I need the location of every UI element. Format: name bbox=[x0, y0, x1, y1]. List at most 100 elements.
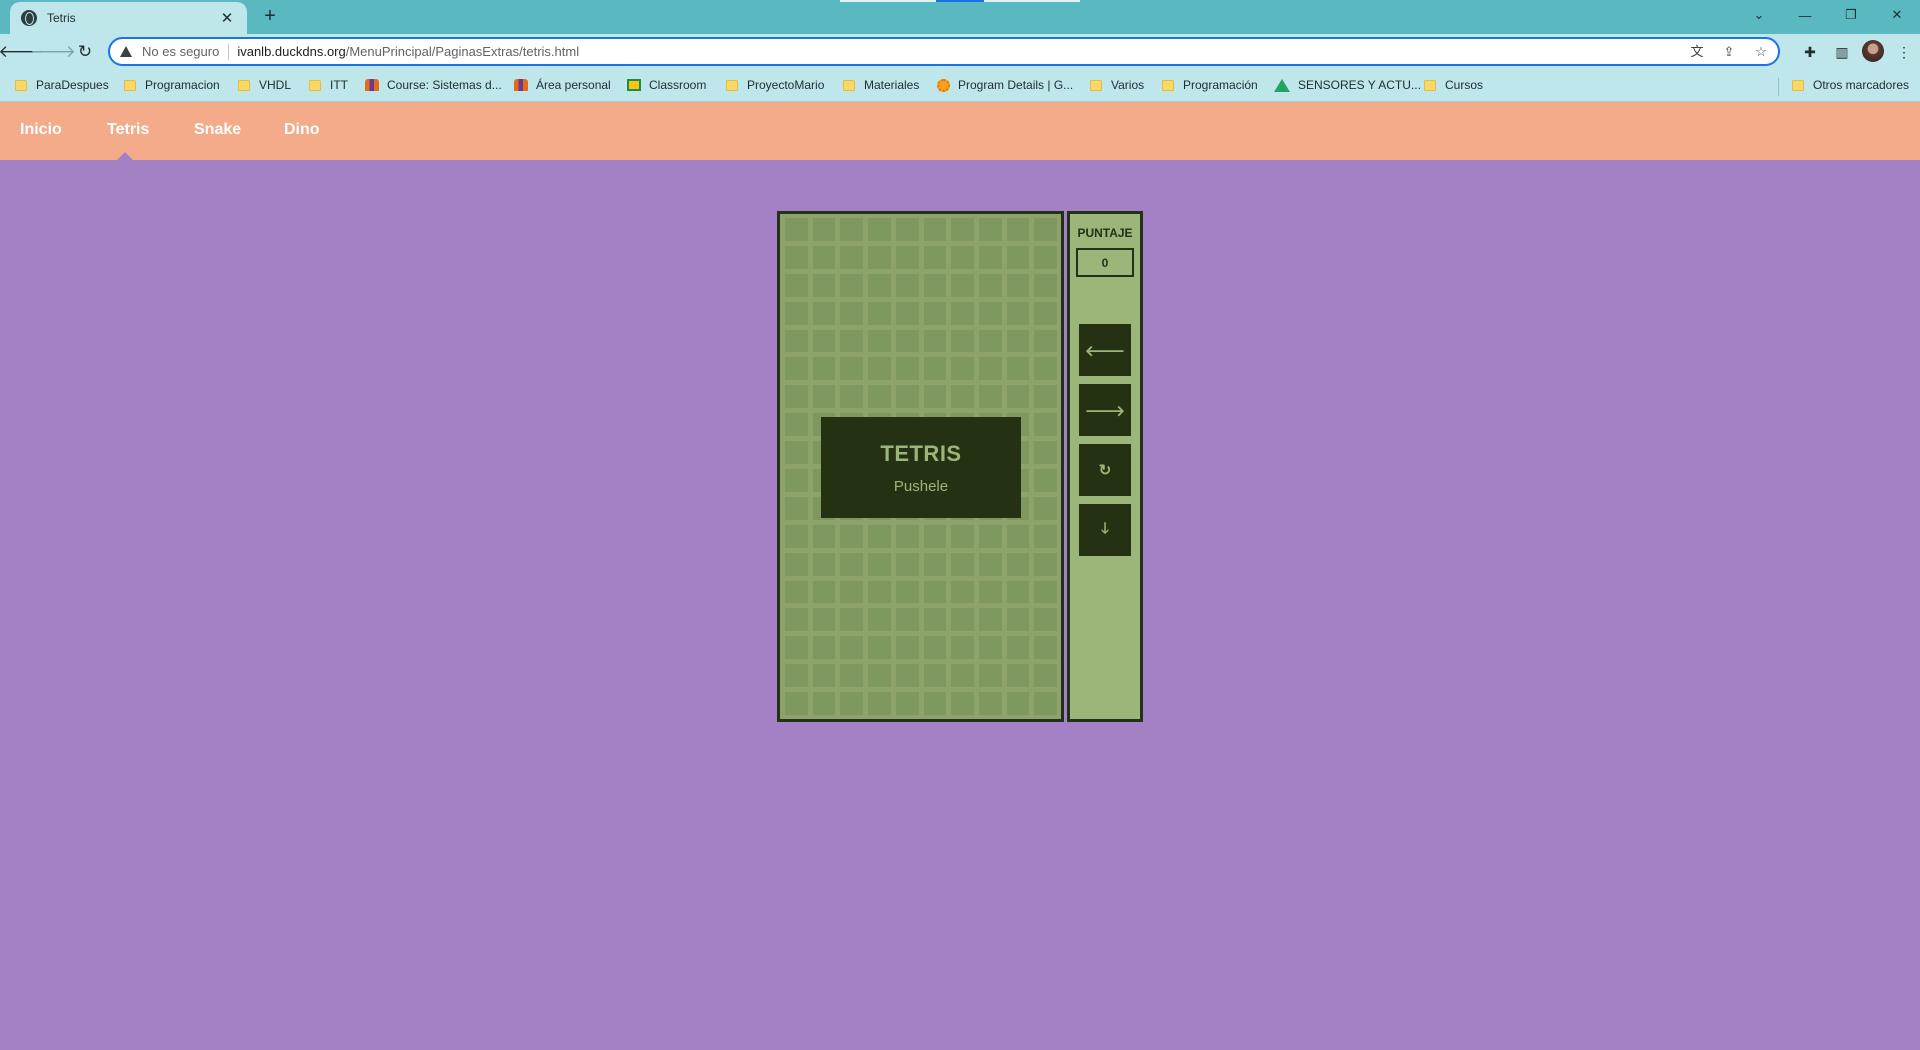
board-cell bbox=[785, 608, 808, 632]
bookmark-label: SENSORES Y ACTU... bbox=[1298, 78, 1421, 92]
board-cell bbox=[840, 664, 864, 688]
bookmark-other[interactable]: Otros marcadores bbox=[1792, 78, 1909, 92]
globe-icon bbox=[21, 10, 37, 26]
forward-arrow-icon[interactable]: 🡒 bbox=[30, 40, 76, 64]
board-cell bbox=[840, 301, 864, 325]
board-cell bbox=[785, 469, 808, 492]
board-cell bbox=[840, 329, 864, 353]
side-panel: PUNTAJE 0 🡐 🡒 ↻ 🡓 bbox=[1067, 211, 1143, 722]
folder-icon bbox=[843, 79, 855, 91]
board-cell bbox=[951, 218, 974, 241]
move-right-button[interactable]: 🡒 bbox=[1079, 384, 1131, 436]
nav-tetris[interactable]: Tetris bbox=[107, 121, 149, 139]
board-cell bbox=[812, 218, 836, 241]
board-cell bbox=[923, 245, 947, 269]
close-tab-icon[interactable]: ✕ bbox=[217, 9, 237, 27]
board-cell bbox=[895, 692, 919, 715]
bookmark-item[interactable]: VHDL bbox=[238, 78, 291, 92]
share-icon[interactable]: ⇪ bbox=[1720, 43, 1738, 61]
board-cell bbox=[1034, 329, 1057, 353]
start-overlay[interactable]: TETRIS Pushele bbox=[821, 417, 1021, 518]
browser-tab[interactable]: Tetris ✕ bbox=[10, 2, 247, 34]
bookmark-label: Classroom bbox=[649, 78, 707, 92]
classroom-icon bbox=[627, 79, 641, 91]
board-cell bbox=[978, 636, 1002, 660]
menu-icon[interactable]: ⋮ bbox=[1892, 40, 1916, 64]
url-text[interactable]: ivanlb.duckdns.org/MenuPrincipal/Paginas… bbox=[237, 44, 579, 59]
moodle-icon bbox=[514, 79, 528, 91]
board-cell bbox=[923, 664, 947, 688]
board-cell bbox=[951, 664, 974, 688]
minimize-icon[interactable]: — bbox=[1782, 0, 1828, 30]
board-cell bbox=[1034, 385, 1057, 409]
bookmark-item[interactable]: SENSORES Y ACTU... bbox=[1274, 78, 1421, 92]
board-cell bbox=[1006, 357, 1030, 381]
board-cell bbox=[895, 245, 919, 269]
close-window-icon[interactable]: ✕ bbox=[1874, 0, 1920, 30]
board-cell bbox=[1006, 329, 1030, 353]
restore-icon[interactable]: ❐ bbox=[1828, 0, 1874, 30]
profile-avatar[interactable] bbox=[1862, 40, 1884, 62]
bookmark-item[interactable]: Programacion bbox=[124, 78, 220, 92]
board-cell bbox=[923, 692, 947, 715]
board-cell bbox=[812, 357, 836, 381]
bookmark-item[interactable]: ITT bbox=[309, 78, 348, 92]
bookmark-label: ProyectoMario bbox=[747, 78, 825, 92]
bookmark-label: Área personal bbox=[536, 78, 611, 92]
star-icon[interactable]: ☆ bbox=[1752, 43, 1770, 61]
board-cell bbox=[1006, 580, 1030, 604]
board-cell bbox=[1006, 218, 1030, 241]
bookmark-item[interactable]: Cursos bbox=[1424, 78, 1483, 92]
board-cell bbox=[1034, 608, 1057, 632]
move-left-button[interactable]: 🡐 bbox=[1079, 324, 1131, 376]
side-panel-icon[interactable]: ▥ bbox=[1830, 40, 1854, 64]
bookmark-label: Cursos bbox=[1445, 78, 1484, 92]
board-cell bbox=[868, 580, 891, 604]
rotate-button[interactable]: ↻ bbox=[1079, 444, 1131, 496]
bookmark-item[interactable]: Classroom bbox=[627, 78, 706, 92]
board-cell bbox=[951, 552, 974, 576]
board-cell bbox=[951, 636, 974, 660]
board-cell bbox=[868, 273, 891, 297]
board-cell bbox=[951, 692, 974, 715]
board-cell bbox=[1006, 552, 1030, 576]
translate-icon[interactable]: 文 bbox=[1688, 43, 1706, 61]
extensions-icon[interactable]: ✚ bbox=[1798, 40, 1822, 64]
folder-icon bbox=[1162, 79, 1174, 91]
bookmark-item[interactable]: Área personal bbox=[514, 78, 611, 92]
bookmark-item[interactable]: Course: Sistemas d... bbox=[365, 78, 502, 92]
board-cell bbox=[1006, 692, 1030, 715]
board-cell bbox=[923, 273, 947, 297]
bookmark-item[interactable]: ProyectoMario bbox=[726, 78, 824, 92]
board-cell bbox=[840, 608, 864, 632]
bookmark-item[interactable]: Programación bbox=[1162, 78, 1258, 92]
board-cell bbox=[895, 636, 919, 660]
drive-icon bbox=[1274, 78, 1290, 92]
new-tab-button[interactable]: + bbox=[258, 4, 282, 28]
board-cell bbox=[812, 385, 836, 409]
board-cell bbox=[895, 273, 919, 297]
reload-icon[interactable]: ↻ bbox=[72, 40, 98, 64]
address-bar[interactable]: No es seguro ivanlb.duckdns.org/MenuPrin… bbox=[108, 37, 1780, 66]
tab-title: Tetris bbox=[47, 11, 76, 25]
bookmark-label: Programación bbox=[1183, 78, 1258, 92]
warning-icon bbox=[120, 46, 132, 57]
bookmark-item[interactable]: Varios bbox=[1090, 78, 1144, 92]
nav-inicio[interactable]: Inicio bbox=[20, 121, 62, 139]
move-down-button[interactable]: 🡓 bbox=[1079, 504, 1131, 556]
board-cell bbox=[785, 301, 808, 325]
board-cell bbox=[978, 664, 1002, 688]
nav-snake[interactable]: Snake bbox=[194, 121, 241, 139]
security-label[interactable]: No es seguro bbox=[142, 44, 219, 59]
bookmark-item[interactable]: ParaDespues bbox=[15, 78, 109, 92]
bookmark-item[interactable]: Program Details | G... bbox=[937, 78, 1073, 92]
board-cell bbox=[951, 273, 974, 297]
board-cell bbox=[868, 552, 891, 576]
board-cell bbox=[1034, 301, 1057, 325]
tab-search-icon[interactable]: ⌄ bbox=[1736, 0, 1782, 30]
toolbar-right: ✚ ▥ ⋮ bbox=[1798, 40, 1916, 64]
bookmark-item[interactable]: Materiales bbox=[843, 78, 919, 92]
board-cell bbox=[978, 329, 1002, 353]
nav-dino[interactable]: Dino bbox=[284, 121, 320, 139]
board-cell bbox=[812, 580, 836, 604]
